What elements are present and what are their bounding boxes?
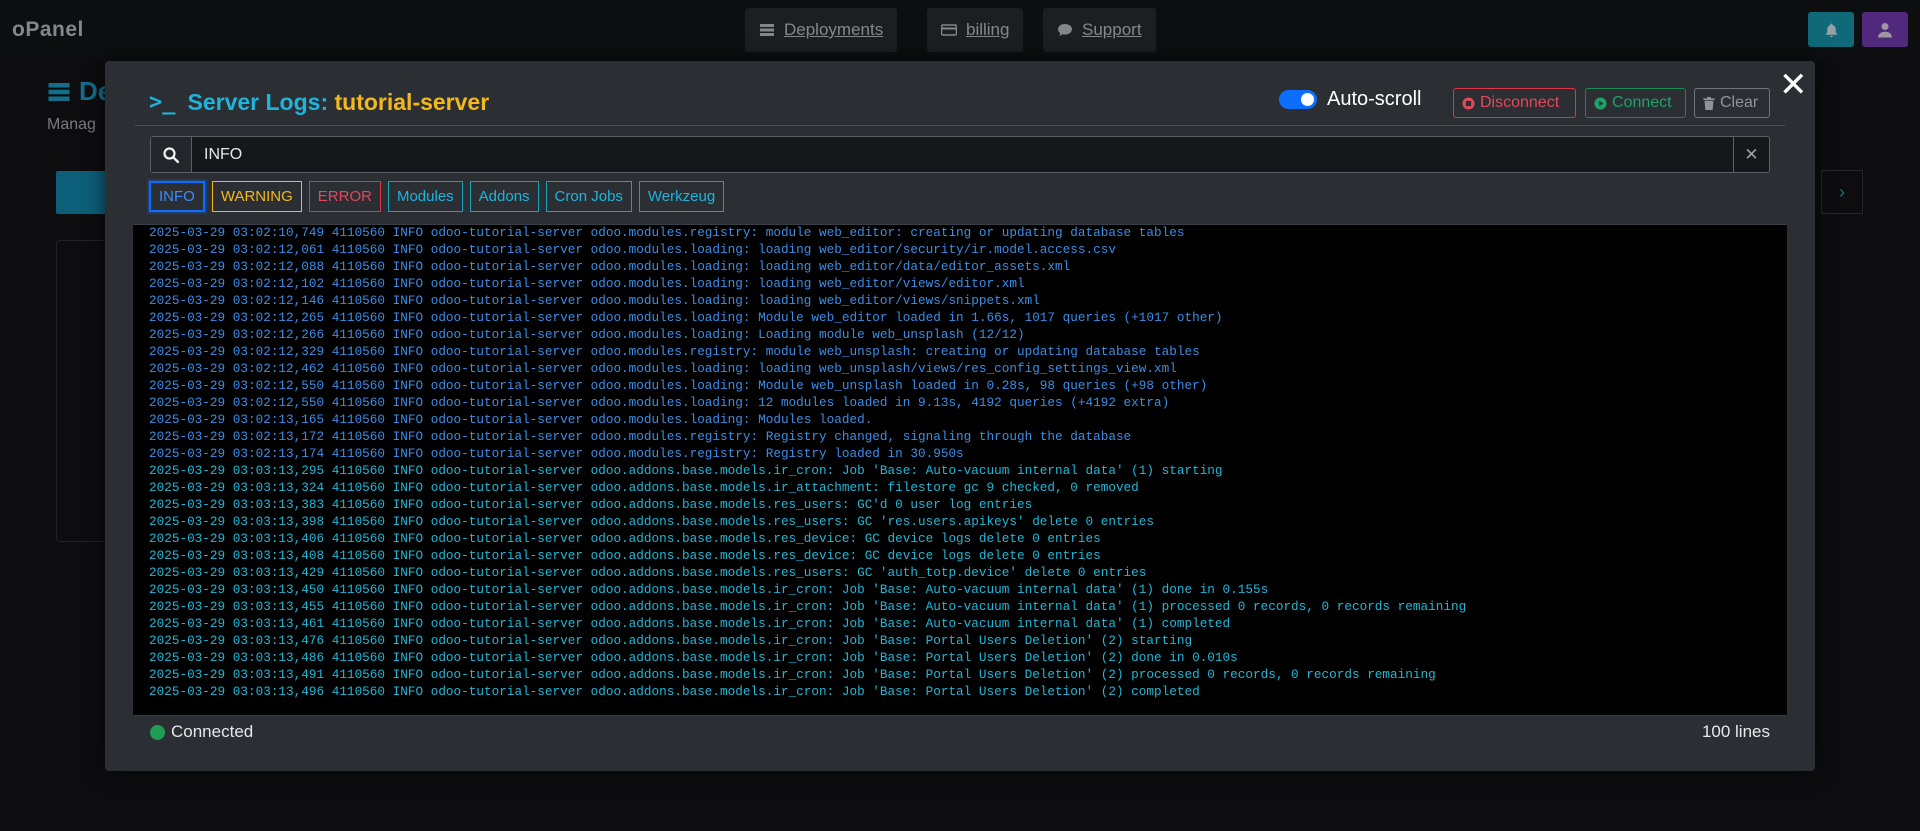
- filter-error-chip[interactable]: ERROR: [308, 181, 381, 212]
- log-line: 2025-03-29 03:03:13,295 4110560 INFO odo…: [149, 463, 1223, 478]
- log-line: 2025-03-29 03:03:13,406 4110560 INFO odo…: [149, 531, 1101, 546]
- header-divider: [135, 125, 1785, 126]
- log-line: 2025-03-29 03:03:13,324 4110560 INFO odo…: [149, 480, 1139, 495]
- connection-status-text: Connected: [171, 722, 254, 741]
- log-line: 2025-03-29 03:03:13,383 4110560 INFO odo…: [149, 497, 1033, 512]
- log-filter-group: INFO WARNING ERROR Modules Addons Cron J…: [149, 181, 725, 212]
- disconnect-button[interactable]: Disconnect: [1453, 88, 1576, 118]
- log-line: 2025-03-29 03:02:12,088 4110560 INFO odo…: [149, 259, 1071, 274]
- log-line: 2025-03-29 03:02:13,165 4110560 INFO odo…: [149, 412, 873, 427]
- log-line: 2025-03-29 03:02:12,061 4110560 INFO odo…: [149, 242, 1116, 257]
- log-output[interactable]: 2025-03-29 03:02:10,749 4110560 INFO odo…: [133, 224, 1787, 716]
- search-icon: [151, 137, 192, 172]
- log-line: 2025-03-29 03:03:13,496 4110560 INFO odo…: [149, 684, 1200, 699]
- log-line: 2025-03-29 03:02:12,329 4110560 INFO odo…: [149, 344, 1200, 359]
- status-dot-icon: [150, 724, 165, 740]
- log-search-input[interactable]: [192, 137, 1733, 172]
- modal-title-prefix: Server Logs:: [187, 89, 329, 115]
- log-line: 2025-03-29 03:02:12,550 4110560 INFO odo…: [149, 378, 1208, 393]
- modal-title: >_ Server Logs: tutorial-server: [149, 89, 489, 116]
- autoscroll-toggle-group: Auto-scroll: [1279, 88, 1421, 111]
- log-line-count: 100 lines: [1701, 722, 1770, 741]
- filter-werkzeug-chip[interactable]: Werkzeug: [638, 181, 725, 212]
- log-line: 2025-03-29 03:03:13,476 4110560 INFO odo…: [149, 633, 1193, 648]
- log-line: 2025-03-29 03:03:13,429 4110560 INFO odo…: [149, 565, 1147, 580]
- log-line: 2025-03-29 03:03:13,398 4110560 INFO odo…: [149, 514, 1155, 529]
- autoscroll-label: Auto-scroll: [1327, 88, 1422, 110]
- log-line: 2025-03-29 03:03:13,461 4110560 INFO odo…: [149, 616, 1231, 631]
- log-line: 2025-03-29 03:02:12,265 4110560 INFO odo…: [149, 310, 1223, 325]
- terminal-icon: >_: [149, 90, 176, 115]
- connection-status: Connected: [150, 722, 253, 742]
- connect-label: Connect: [1612, 94, 1672, 111]
- log-line: 2025-03-29 03:02:12,146 4110560 INFO odo…: [149, 293, 1040, 308]
- log-line: 2025-03-29 03:02:13,174 4110560 INFO odo…: [149, 446, 964, 461]
- log-line: 2025-03-29 03:03:13,486 4110560 INFO odo…: [149, 650, 1238, 665]
- close-icon[interactable]: ✕: [1779, 68, 1808, 102]
- modal-server-name: tutorial-server: [334, 89, 490, 115]
- log-search-bar: ✕: [150, 136, 1770, 173]
- filter-modules-chip[interactable]: Modules: [387, 181, 463, 212]
- clear-label: Clear: [1720, 94, 1759, 111]
- filter-info-chip[interactable]: INFO: [149, 181, 205, 212]
- log-line: 2025-03-29 03:02:10,749 4110560 INFO odo…: [149, 225, 1185, 240]
- log-line: 2025-03-29 03:03:13,455 4110560 INFO odo…: [149, 599, 1467, 614]
- connect-button[interactable]: Connect: [1585, 88, 1686, 118]
- disconnect-icon: [1462, 96, 1475, 110]
- disconnect-label: Disconnect: [1480, 94, 1560, 111]
- log-line: 2025-03-29 03:02:13,172 4110560 INFO odo…: [149, 429, 1132, 444]
- autoscroll-toggle[interactable]: [1279, 90, 1317, 109]
- log-line: 2025-03-29 03:02:12,266 4110560 INFO odo…: [149, 327, 1025, 342]
- log-line: 2025-03-29 03:03:13,450 4110560 INFO odo…: [149, 582, 1269, 597]
- play-circle-icon: [1594, 96, 1607, 110]
- log-line: 2025-03-29 03:02:12,550 4110560 INFO odo…: [149, 395, 1170, 410]
- filter-addons-chip[interactable]: Addons: [469, 181, 539, 212]
- log-line: 2025-03-29 03:02:12,102 4110560 INFO odo…: [149, 276, 1025, 291]
- trash-icon: [1703, 96, 1715, 110]
- log-line: 2025-03-29 03:02:12,462 4110560 INFO odo…: [149, 361, 1177, 376]
- server-logs-modal: ✕ >_ Server Logs: tutorial-server Auto-s…: [105, 61, 1815, 771]
- clear-button[interactable]: Clear: [1694, 88, 1770, 118]
- log-line: 2025-03-29 03:03:13,408 4110560 INFO odo…: [149, 548, 1101, 563]
- filter-warning-chip[interactable]: WARNING: [211, 181, 302, 212]
- log-line: 2025-03-29 03:03:13,491 4110560 INFO odo…: [149, 667, 1436, 682]
- log-lines: 2025-03-29 03:02:10,749 4110560 INFO odo…: [149, 225, 1467, 700]
- filter-cron-jobs-chip[interactable]: Cron Jobs: [545, 181, 632, 212]
- clear-search-icon[interactable]: ✕: [1733, 137, 1769, 172]
